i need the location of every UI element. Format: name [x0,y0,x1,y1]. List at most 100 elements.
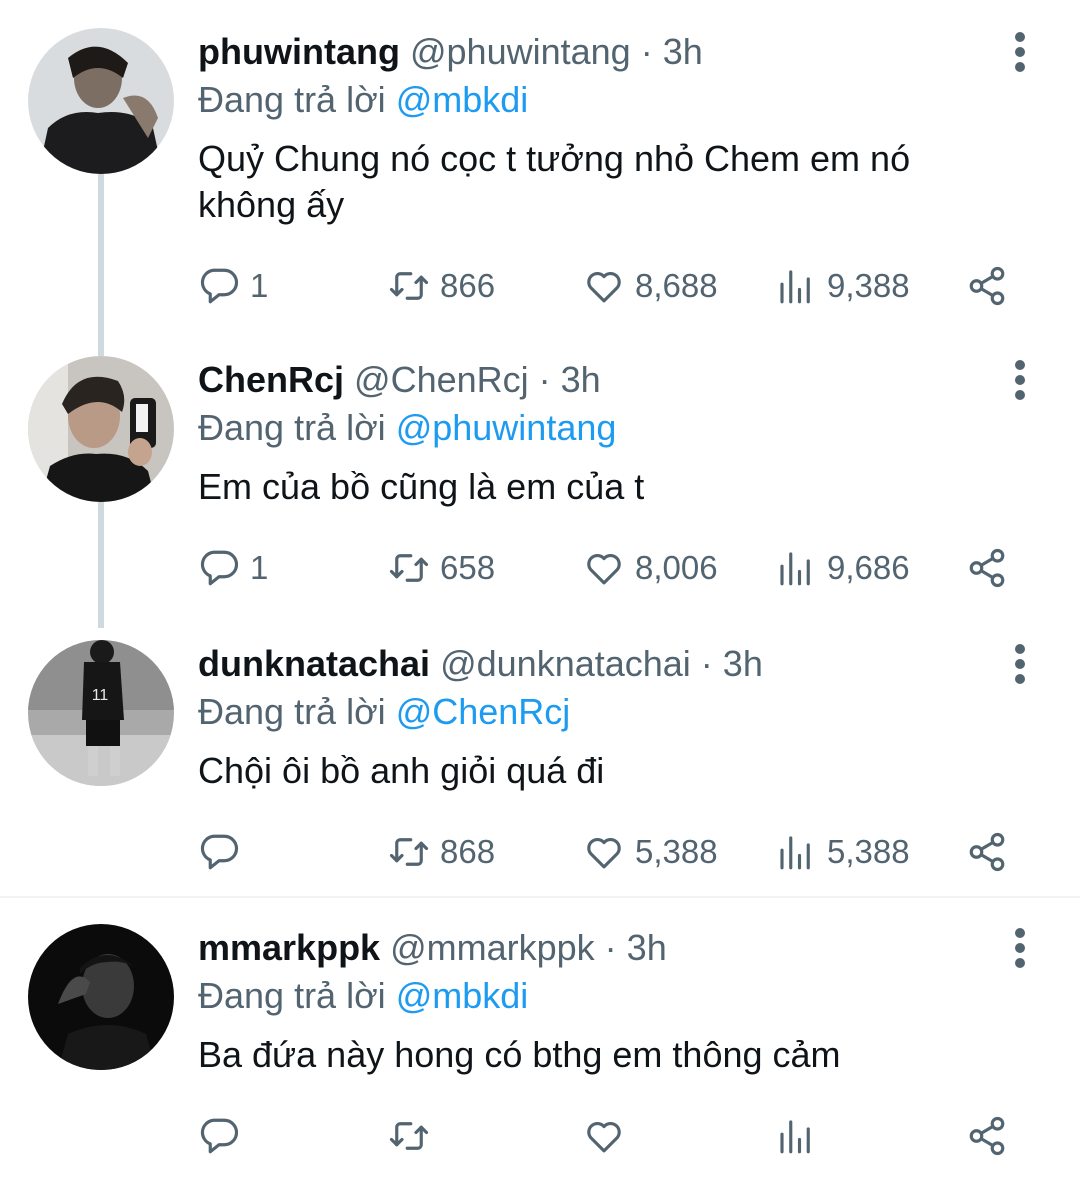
timestamp[interactable]: 3h [627,927,667,968]
share-icon [969,832,1005,872]
tweet-divider [0,896,1080,898]
reply-button[interactable]: 1 [198,261,268,311]
replying-prefix: Đang trả lời [198,79,396,120]
reply-count: 1 [250,549,269,586]
action-bar: 1 658 8,006 9,686 [0,543,1080,593]
retweet-button[interactable]: 866 [388,261,495,311]
reply-button[interactable] [198,827,250,877]
mention-link[interactable]: @phuwintang [396,407,617,448]
views-icon [780,270,810,304]
like-button[interactable] [583,1111,635,1161]
reply-icon [200,834,239,870]
reply-button[interactable]: 1 [198,543,268,593]
separator: · [690,643,723,684]
tweet-header: dunknatachai @dunknatachai · 3h [198,640,763,688]
like-count: 5,388 [635,833,718,870]
view-count: 5,388 [827,833,910,870]
avatar-photo: 11 [28,640,174,786]
action-bar: 1 866 8,688 9,388 [0,261,1080,311]
share-icon [969,548,1005,588]
separator: · [528,359,561,400]
handle[interactable]: @ChenRcj [354,359,529,400]
more-options-icon[interactable] [1000,32,1042,72]
timestamp[interactable]: 3h [663,31,703,72]
avatar[interactable] [28,924,174,1070]
views-button[interactable]: 9,388 [775,261,910,311]
retweet-icon [389,838,429,866]
replying-prefix: Đang trả lời [198,407,396,448]
share-button[interactable] [966,827,1008,877]
reply-icon [200,550,239,586]
timestamp[interactable]: 3h [561,359,601,400]
display-name[interactable]: ChenRcj [198,359,344,400]
heart-icon [587,1121,621,1153]
display-name[interactable]: mmarkppk [198,927,380,968]
tweet[interactable]: ChenRcj @ChenRcj · 3h Đang trả lời @phuw… [0,356,1080,616]
avatar-photo [28,356,174,502]
avatar-photo [28,924,174,1070]
like-count: 8,688 [635,267,718,304]
tweet-header: mmarkppk @mmarkppk · 3h [198,924,667,972]
view-count: 9,388 [827,267,910,304]
tweet[interactable]: phuwintang @phuwintang · 3h Đang trả lời… [0,28,1080,328]
replying-to: Đang trả lời @mbkdi [198,972,528,1020]
svg-text:11: 11 [92,687,109,704]
like-button[interactable]: 5,388 [583,827,718,877]
retweet-icon [389,272,429,300]
tweet-header: ChenRcj @ChenRcj · 3h [198,356,601,404]
tweet[interactable]: 11 dunknatachai @dunknatachai · 3h Đang … [0,640,1080,890]
handle[interactable]: @mmarkppk [390,927,595,968]
retweet-button[interactable]: 868 [388,827,495,877]
like-button[interactable]: 8,688 [583,261,718,311]
retweet-icon [389,1122,429,1150]
share-button[interactable] [966,1111,1008,1161]
tweet-text: Em của bồ cũng là em của t [198,466,645,507]
reply-icon [200,268,239,304]
share-button[interactable] [966,543,1008,593]
heart-icon [587,837,621,869]
replying-to: Đang trả lời @mbkdi [198,76,528,124]
avatar[interactable]: 11 [28,640,174,786]
views-icon [780,836,810,870]
timestamp[interactable]: 3h [723,643,763,684]
reply-count: 1 [250,267,269,304]
share-button[interactable] [966,261,1008,311]
replying-prefix: Đang trả lời [198,975,396,1016]
retweet-count: 866 [440,267,496,304]
retweet-button[interactable] [388,1111,440,1161]
replying-to: Đang trả lời @phuwintang [198,404,616,452]
heart-icon [587,553,621,585]
separator: · [630,31,663,72]
avatar[interactable] [28,28,174,174]
action-bar: 868 5,388 5,388 [0,827,1080,877]
share-icon [969,266,1005,306]
mention-link[interactable]: @mbkdi [396,975,529,1016]
more-options-icon[interactable] [1000,928,1042,968]
more-options-icon[interactable] [1000,644,1042,684]
replying-prefix: Đang trả lời [198,691,396,732]
display-name[interactable]: phuwintang [198,31,400,72]
tweet-text: Quỷ Chung nó cọc t tưởng nhỏ Chem em nó … [198,138,911,225]
share-icon [969,1116,1005,1156]
replying-to: Đang trả lời @ChenRcj [198,688,570,736]
views-icon [780,552,810,586]
views-button[interactable] [775,1111,827,1161]
avatar[interactable] [28,356,174,502]
more-options-icon[interactable] [1000,360,1042,400]
reply-button[interactable] [198,1111,250,1161]
views-button[interactable]: 5,388 [775,827,910,877]
handle[interactable]: @dunknatachai [440,643,691,684]
mention-link[interactable]: @mbkdi [396,79,529,120]
display-name[interactable]: dunknatachai [198,643,430,684]
handle[interactable]: @phuwintang [410,31,631,72]
views-button[interactable]: 9,686 [775,543,910,593]
heart-icon [587,271,621,303]
tweet[interactable]: mmarkppk @mmarkppk · 3h Đang trả lời @mb… [0,924,1080,1174]
tweet-header: phuwintang @phuwintang · 3h [198,28,703,76]
views-icon [780,1120,810,1154]
like-button[interactable]: 8,006 [583,543,718,593]
view-count: 9,686 [827,549,910,586]
like-count: 8,006 [635,549,718,586]
retweet-button[interactable]: 658 [388,543,495,593]
mention-link[interactable]: @ChenRcj [396,691,571,732]
